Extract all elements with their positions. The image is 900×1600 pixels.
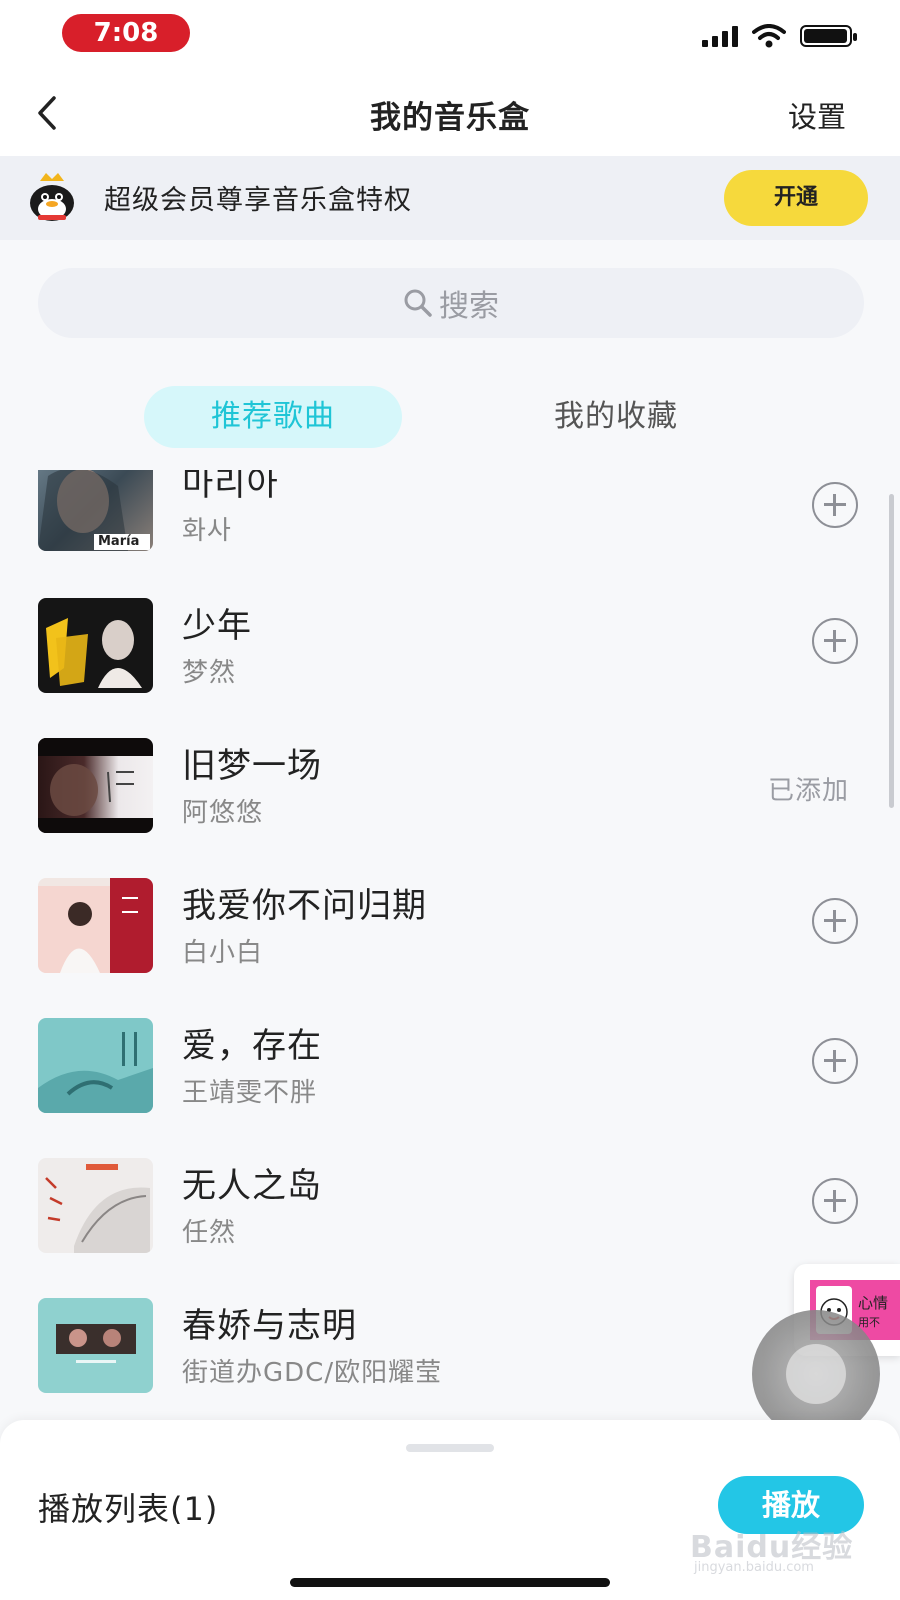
search-inner: 搜索 — [38, 268, 864, 338]
status-bar: 7:08 — [0, 0, 900, 70]
album-cover: María — [38, 470, 153, 551]
vip-activate-button[interactable]: 开通 — [724, 170, 868, 226]
vip-text: 超级会员尊享音乐盒特权 — [104, 185, 412, 216]
wifi-icon — [752, 24, 786, 48]
song-row[interactable]: 无人之岛 任然 — [0, 1130, 900, 1272]
qq-penguin-icon — [30, 173, 74, 221]
song-title: 旧梦一场 — [182, 746, 322, 786]
add-song-button[interactable] — [812, 898, 858, 944]
floating-ad-subtitle: 用不 — [858, 1316, 880, 1329]
status-icons — [702, 24, 857, 48]
vip-banner[interactable]: 超级会员尊享音乐盒特权 开通 — [0, 156, 900, 240]
list-scrollbar[interactable] — [889, 494, 894, 808]
cover-art — [46, 618, 142, 688]
settings-button[interactable]: 设置 — [788, 94, 846, 136]
song-row[interactable]: 旧梦一场 阿悠悠 已添加 — [0, 710, 900, 852]
search-icon — [404, 289, 432, 317]
home-indicator — [290, 1578, 610, 1587]
song-artist: 화사 — [182, 516, 232, 546]
add-song-button[interactable] — [812, 1038, 858, 1084]
cover-text: María — [98, 534, 140, 549]
search-input[interactable]: 搜索 — [38, 268, 864, 338]
song-row[interactable]: 少年 梦然 — [0, 570, 900, 712]
song-artist: 阿悠悠 — [182, 798, 264, 828]
song-row[interactable]: 爱，存在 王靖雯不胖 — [0, 990, 900, 1132]
status-time: 7:08 — [62, 14, 190, 52]
floating-ad-title: 心情 — [858, 1294, 889, 1312]
album-cover — [38, 1018, 153, 1113]
album-cover — [38, 598, 153, 693]
watermark-sub: jingyan.baidu.com — [694, 1560, 814, 1575]
cover-art — [45, 1164, 150, 1253]
song-title: 无人之岛 — [182, 1166, 322, 1206]
album-cover — [38, 1298, 153, 1393]
added-label: 已添加 — [768, 776, 850, 806]
album-cover — [38, 878, 153, 973]
tab-recommended-songs[interactable]: 推荐歌曲 — [144, 386, 402, 448]
song-artist: 任然 — [182, 1218, 237, 1248]
add-song-button[interactable] — [812, 482, 858, 528]
song-title: 마리아 — [182, 470, 279, 504]
assistive-touch-core — [786, 1344, 846, 1404]
signal-icon — [702, 25, 738, 47]
song-title: 少年 — [182, 606, 252, 646]
song-title: 春娇与志明 — [182, 1306, 357, 1346]
nav-bar: 我的音乐盒 设置 — [0, 70, 900, 156]
song-artist: 王靖雯不胖 — [182, 1078, 318, 1108]
assistive-touch-button[interactable] — [752, 1310, 880, 1438]
page-title: 我的音乐盒 — [370, 100, 530, 136]
add-song-button[interactable] — [812, 618, 858, 664]
cover-art — [56, 1324, 136, 1363]
drag-handle[interactable] — [406, 1444, 494, 1452]
playlist-label[interactable]: 播放列表(1) — [38, 1484, 218, 1530]
watermark: Baidu经验 jingyan.baidu.com — [690, 1522, 860, 1582]
add-song-button[interactable] — [812, 1178, 858, 1224]
album-cover — [38, 1158, 153, 1253]
album-cover — [38, 738, 153, 833]
cover-art — [38, 738, 153, 833]
song-title: 我爱你不问归期 — [182, 886, 427, 926]
playlist-bottom-sheet: 播放列表(1) 播放 Baidu经验 jingyan.baidu.com — [0, 1420, 900, 1600]
song-row[interactable]: María 마리아 화사 — [0, 470, 900, 570]
search-placeholder: 搜索 — [439, 289, 499, 324]
tab-my-favorites[interactable]: 我的收藏 — [516, 386, 716, 448]
song-row[interactable]: 我爱你不问归期 白小白 — [0, 850, 900, 992]
cover-art — [38, 1032, 153, 1113]
song-artist: 梦然 — [182, 658, 237, 688]
song-artist: 街道办GDC/欧阳耀莹 — [182, 1358, 443, 1388]
song-title: 爱，存在 — [182, 1026, 322, 1066]
song-artist: 白小白 — [182, 938, 264, 968]
cover-art — [38, 878, 153, 973]
battery-icon — [800, 25, 857, 47]
song-list: María 마리아 화사 少年 梦然 旧梦一场 阿悠悠 已添加 我爱你不问归期 … — [0, 470, 900, 1428]
